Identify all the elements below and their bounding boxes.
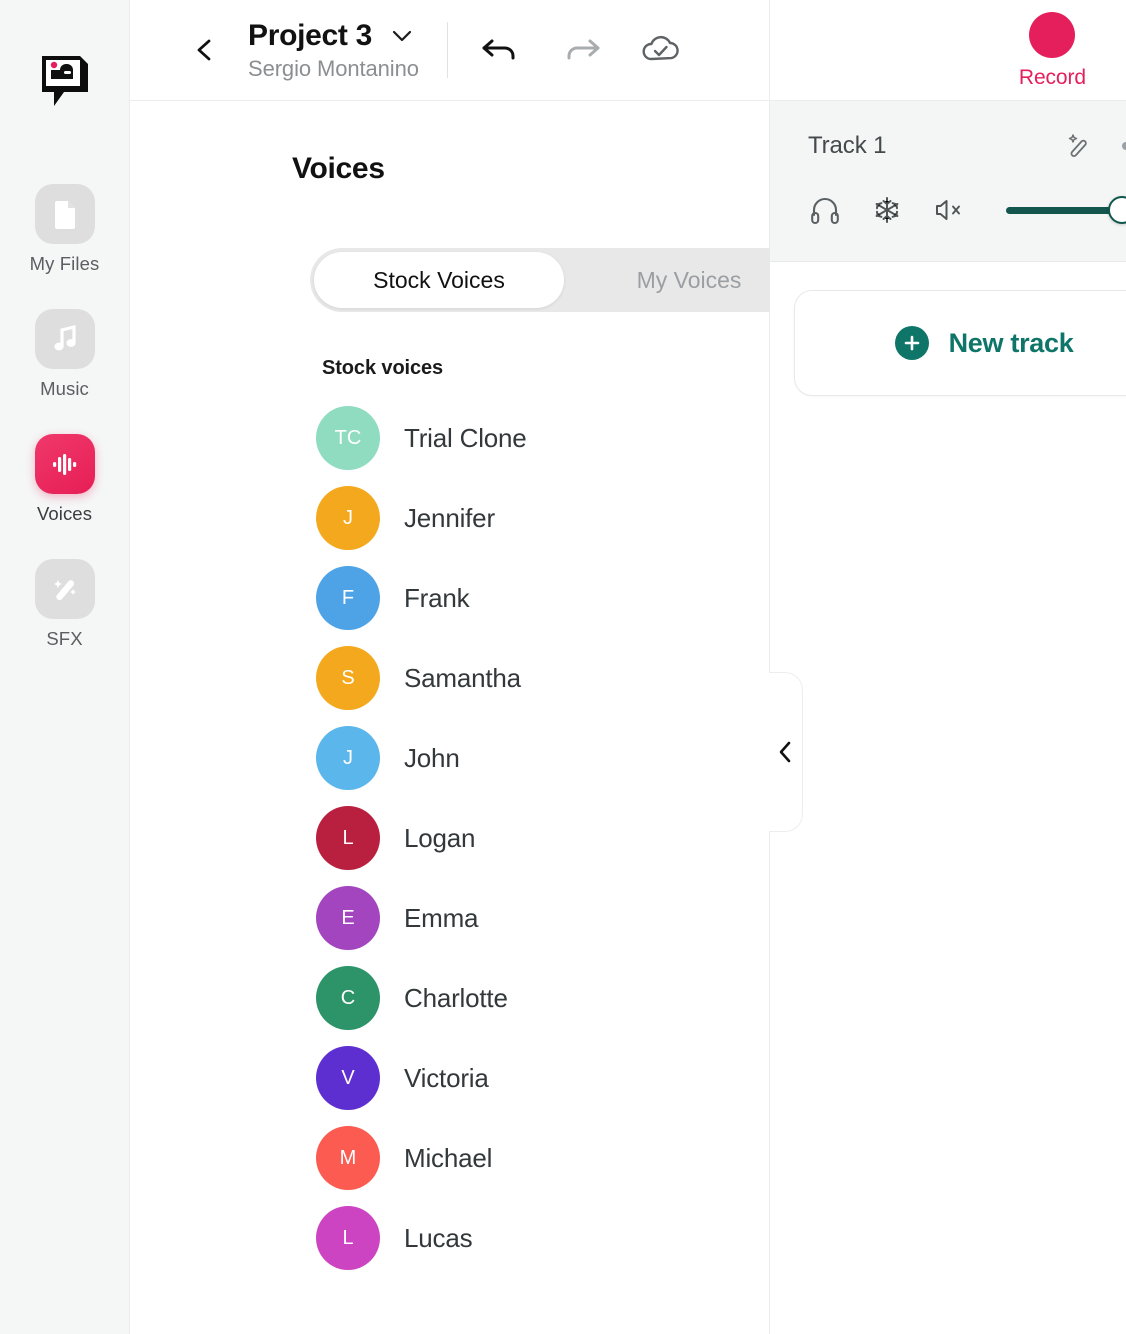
project-topbar: Project 3 Sergio Montanino (130, 0, 769, 101)
project-info: Project 3 Sergio Montanino (248, 19, 419, 82)
snowflake-icon[interactable] (870, 193, 904, 227)
new-track-label: New track (948, 327, 1074, 358)
sidebar-item-music[interactable]: Music (0, 309, 129, 400)
avatar: V (316, 1046, 380, 1110)
voice-list-item[interactable]: J John (316, 718, 769, 798)
track-panel: Track 1 New track (769, 0, 1126, 1334)
plus-icon (894, 326, 929, 360)
redo-arrow-icon[interactable] (558, 27, 604, 73)
headphones-icon[interactable] (808, 193, 842, 227)
voice-list-item[interactable]: J Jennifer (316, 478, 769, 558)
sidebar-label-music: Music (40, 378, 89, 399)
track-actions (1062, 129, 1126, 163)
project-owner: Sergio Montanino (248, 55, 419, 81)
voice-list-item[interactable]: L Lucas (316, 1198, 769, 1278)
voices-tabs: Stock Voices My Voices (310, 248, 818, 312)
sidebar-item-voices[interactable]: Voices (0, 434, 129, 525)
sidebar-label-sfx: SFX (46, 628, 83, 649)
toolbar-divider (446, 22, 448, 78)
sidebar-item-sfx[interactable]: SFX (0, 559, 129, 650)
voice-list-item[interactable]: V Victoria (316, 1038, 769, 1118)
voice-name: Charlotte (404, 982, 508, 1013)
chevron-down-icon[interactable] (390, 28, 414, 44)
avatar: S (316, 646, 380, 710)
avatar: F (316, 566, 380, 630)
file-icon (34, 184, 95, 244)
voice-list-item[interactable]: TC Trial Clone (316, 398, 769, 478)
record-button[interactable]: Record (1019, 12, 1086, 90)
speaker-mute-icon[interactable] (932, 193, 966, 227)
voice-list-item[interactable]: M Michael (316, 1118, 769, 1198)
volume-slider-fill (1006, 206, 1122, 214)
avatar: E (316, 886, 380, 950)
tab-stock-voices[interactable]: Stock Voices (314, 252, 564, 308)
voice-list-container: Stock voices TC Trial Clone J Jennifer F Fran… (130, 312, 769, 1334)
avatar: C (316, 966, 380, 1030)
voice-list-item[interactable]: L Logan (316, 798, 769, 878)
cloud-check-icon[interactable] (638, 27, 684, 73)
sidebar-label-voices: Voices (36, 503, 93, 524)
page-title: Project 3 (248, 18, 373, 52)
volume-slider[interactable] (1006, 196, 1126, 224)
voice-list-item[interactable]: S Samantha (316, 638, 769, 718)
collapse-panel-handle[interactable] (769, 672, 803, 832)
volume-slider-thumb[interactable] (1107, 196, 1126, 224)
record-label: Record (1018, 66, 1086, 89)
waveform-icon (34, 434, 95, 494)
undo-arrow-icon[interactable] (478, 27, 524, 73)
music-note-icon (34, 309, 95, 369)
voice-list-item[interactable]: E Emma (316, 878, 769, 958)
track-header: Track 1 (808, 129, 1126, 163)
avatar: J (316, 726, 380, 790)
history-toolbar (478, 27, 684, 73)
voice-name: Jennifer (404, 502, 495, 533)
podcastle-speech-bubble-logo[interactable] (32, 48, 98, 114)
sidebar-item-my-files[interactable]: My Files (0, 184, 129, 275)
voice-name: Samantha (404, 662, 521, 693)
track-controls (808, 193, 1126, 227)
record-dot-icon (1029, 12, 1076, 58)
avatar: M (316, 1126, 380, 1190)
avatar: TC (316, 406, 380, 470)
voice-name: Victoria (404, 1062, 489, 1093)
stock-voices-label: Stock voices (322, 357, 444, 379)
voice-name: Emma (404, 902, 479, 933)
track-card: Track 1 (770, 101, 1126, 262)
magic-wand-sparkle-icon (34, 559, 95, 619)
voice-list-item[interactable]: C Charlotte (316, 958, 769, 1038)
voice-list: TC Trial Clone J Jennifer F Frank S Samantha J Jo… (130, 398, 769, 1278)
voice-list-item[interactable]: F Frank (316, 558, 769, 638)
left-rail: My Files Music Voices SFX (0, 0, 130, 1334)
track-title: Track 1 (808, 132, 887, 159)
sidebar-label-my-files: My Files (29, 253, 100, 274)
voice-name: Frank (404, 582, 470, 613)
avatar: L (316, 1206, 380, 1270)
voice-name: John (404, 742, 460, 773)
more-options-icon[interactable] (1122, 142, 1126, 150)
voices-panel: Project 3 Sergio Montanino Voices Stock … (130, 0, 818, 1334)
app-root: My Files Music Voices SFX Project 3 Serg… (0, 0, 1126, 1334)
voices-heading: Voices (292, 152, 385, 185)
voice-name: Lucas (404, 1222, 473, 1253)
new-track-button[interactable]: New track (794, 290, 1126, 396)
avatar: L (316, 806, 380, 870)
voice-name: Michael (404, 1142, 493, 1173)
avatar: J (316, 486, 380, 550)
voice-name: Logan (404, 822, 476, 853)
voice-name: Trial Clone (404, 422, 527, 453)
magic-wand-icon[interactable] (1062, 129, 1096, 163)
chevron-left-icon[interactable] (188, 33, 222, 67)
rail-nav: My Files Music Voices SFX (0, 184, 129, 684)
